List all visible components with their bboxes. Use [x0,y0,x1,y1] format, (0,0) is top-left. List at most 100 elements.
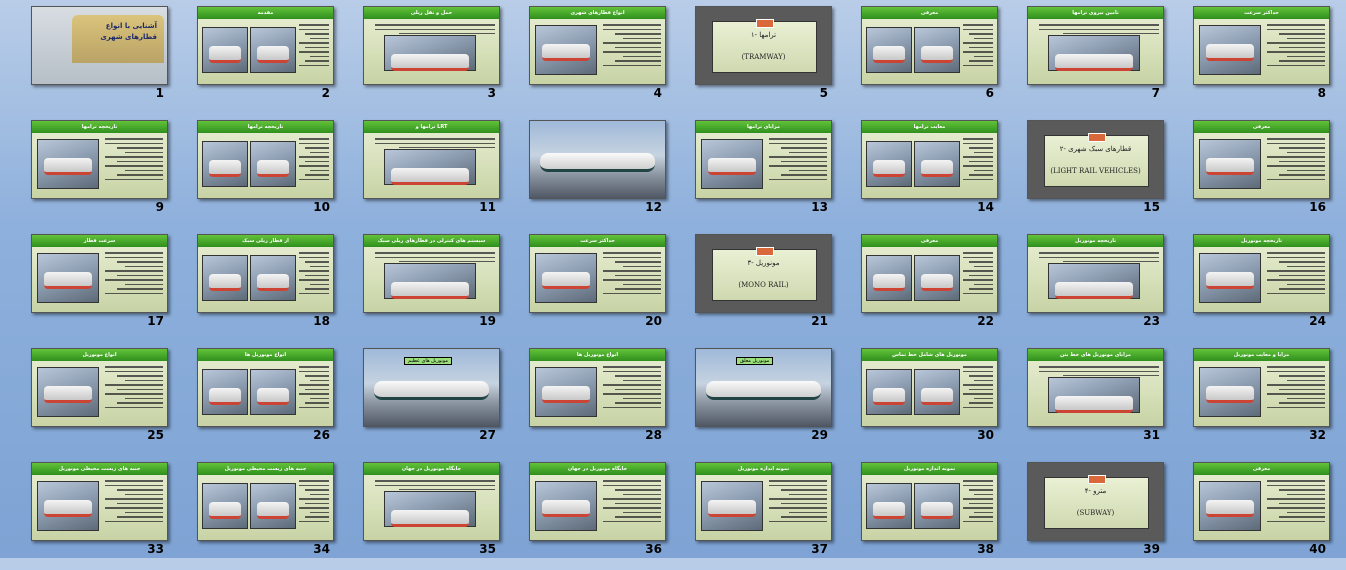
slide-thumbnail[interactable]: معرفی [861,6,998,85]
slide-number: 9 [155,200,164,214]
slide-photo [1199,367,1261,417]
section-panel [712,249,817,301]
slide-body-text [1267,480,1325,525]
section-subtitle: (LIGHT RAIL VEHICLES) [1050,167,1141,175]
slide-cell: تاریخچه مونوریل 24 [1164,228,1330,342]
slide-cell: معرفی 22 [832,228,998,342]
slide-thumbnail[interactable]: نمونه اندازه مونوریل [861,462,998,541]
slide-photo [37,367,99,417]
slide-thumbnail[interactable]: از قطار ریلی سبک [197,234,334,313]
slide-number: 8 [1317,86,1326,100]
slide-thumbnail[interactable] [529,120,666,199]
slide-thumbnail[interactable]: مونوریل معلق [695,348,832,427]
slide-number: 30 [977,428,994,442]
slide-photo [37,481,99,531]
slide-thumbnail[interactable]: انواع مونوریل ها [529,348,666,427]
slide-cell: معرفی 16 [1164,114,1330,228]
slide-thumbnail[interactable]: معرفی [1193,462,1330,541]
slide-thumbnail[interactable]: ۴- مترو (SUBWAY) [1027,462,1164,541]
slide-body-text [603,366,661,411]
slide-thumbnail[interactable]: ترامها و LRT [363,120,500,199]
slide-title: مزایای ترامها [696,121,831,133]
slide-body-text [299,252,329,297]
slide-thumbnail[interactable]: معرفی [861,234,998,313]
slide-cell: جنبه های زیست محیطی مونوریل 33 [2,456,168,570]
slide-number: 29 [811,428,828,442]
slide-thumbnail[interactable]: سیستم های کنترلی در قطارهای ریلی سبک [363,234,500,313]
slide-thumbnail[interactable]: انواع مونوریل [31,348,168,427]
slide-thumbnail[interactable]: انواع مونوریل ها [197,348,334,427]
slide-thumbnail[interactable]: حداکثر سرعت [529,234,666,313]
slide-thumbnail[interactable]: مزایای ترامها [695,120,832,199]
slide-cell: جایگاه مونوریل در جهان 36 [500,456,666,570]
slide-thumbnail[interactable]: جنبه های زیست محیطی مونوریل [197,462,334,541]
slide-title: انواع مونوریل [32,349,167,361]
slide-thumbnail[interactable]: جایگاه مونوریل در جهان [363,462,500,541]
slide-number: 18 [313,314,330,328]
slide-body-text [603,24,661,69]
slide-title: مقدمه [198,7,333,19]
slide-body-text [105,138,163,183]
slide-thumbnail[interactable]: مونوریل های عظیم [363,348,500,427]
slide-body-text [299,138,329,183]
slide-body-text [1039,24,1159,34]
slide-thumbnail[interactable]: معرفی [1193,120,1330,199]
slide-thumbnail[interactable]: مقدمه [197,6,334,85]
slide-number: 24 [1309,314,1326,328]
slide-cell: مزایای مونوریل های خط بتن 31 [998,342,1164,456]
slide-title: ترامها و LRT [364,121,499,133]
slide-title: مونوریل های شامل خط تماس [862,349,997,361]
slide-cell: انواع مونوریل 25 [2,342,168,456]
slide-cell: ۳- مونوریل (MONO RAIL) 21 [666,228,832,342]
slide-number: 28 [645,428,662,442]
slide-thumbnail[interactable]: حداکثر سرعت [1193,6,1330,85]
slide-number: 26 [313,428,330,442]
slide-photo [202,483,248,529]
slide-thumbnail[interactable]: جنبه های زیست محیطی مونوریل [31,462,168,541]
slide-thumbnail[interactable]: تاریخچه ترامها [197,120,334,199]
section-tab [756,19,774,28]
slide-thumbnail[interactable]: ۲- قطارهای سبک شهری (LIGHT RAIL VEHICLES) [1027,120,1164,199]
slide-body-text [299,366,329,411]
slide-thumbnail[interactable]: تاریخچه ترامها [31,120,168,199]
slide-thumbnail[interactable]: مزایای مونوریل های خط بتن [1027,348,1164,427]
slide-thumbnail[interactable]: مزایا و معایب مونوریل [1193,348,1330,427]
slide-body-text [375,252,495,262]
slide-thumbnail[interactable]: نمونه اندازه مونوریل [695,462,832,541]
slide-thumbnail[interactable]: تاریخچه مونوریل [1193,234,1330,313]
slide-thumbnail[interactable]: ۱- ترامها (TRAMWAY) [695,6,832,85]
slide-title: تاریخچه مونوریل [1028,235,1163,247]
slide-thumbnail[interactable]: آشنایی با انواع قطارهای شهری [31,6,168,85]
slide-cell: مزایای ترامها 13 [666,114,832,228]
slide-thumbnail[interactable]: حمل و نقل ریلی [363,6,500,85]
slide-title: حمل و نقل ریلی [364,7,499,19]
slide-number: 31 [1143,428,1160,442]
slide-photo [384,149,476,185]
slide-thumbnail[interactable]: معایب ترامها [861,120,998,199]
slide-photo [1199,253,1261,303]
slide-thumbnail[interactable]: تاریخچه مونوریل [1027,234,1164,313]
slide-thumbnail[interactable]: ۳- مونوریل (MONO RAIL) [695,234,832,313]
slide-cell: معرفی 40 [1164,456,1330,570]
slide-thumbnail[interactable]: جایگاه مونوریل در جهان [529,462,666,541]
section-title: ۲- قطارهای سبک شهری [1059,145,1132,153]
slide-thumbnail[interactable]: انواع قطارهای شهری [529,6,666,85]
slide-cell: حداکثر سرعت 8 [1164,0,1330,114]
slide-title: تامین نیروی ترامها [1028,7,1163,19]
slide-thumbnail[interactable]: مونوریل های شامل خط تماس [861,348,998,427]
slide-title: انواع قطارهای شهری [530,7,665,19]
slide-body-text [375,24,495,34]
slide-photo [914,27,960,73]
slide-photo [866,255,912,301]
slide-body-text [603,480,661,525]
slide-title: جنبه های زیست محیطی مونوریل [32,463,167,475]
slide-thumbnail[interactable]: سرعت قطار [31,234,168,313]
slide-thumbnail[interactable]: تامین نیروی ترامها [1027,6,1164,85]
section-subtitle: (TRAMWAY) [741,53,786,61]
slide-number: 36 [645,542,662,556]
slide-number: 5 [819,86,828,100]
train-photo [706,381,821,400]
section-tab [756,247,774,256]
photo-label: مونوریل های عظیم [404,357,453,365]
slide-body-text [105,480,163,525]
